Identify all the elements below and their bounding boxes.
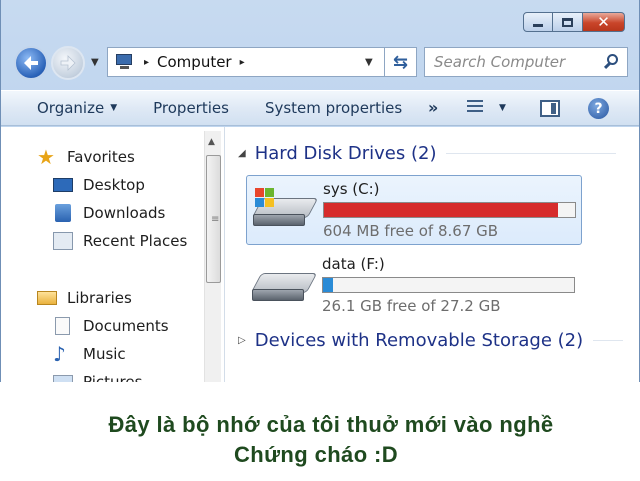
drive-usage-fill	[324, 203, 558, 217]
nav-tree: ★ Favorites Desktop Downloads Recent Pla…	[37, 143, 187, 382]
sidebar-item-favorites[interactable]: ★ Favorites	[37, 143, 187, 171]
help-button[interactable]: ?	[588, 98, 609, 119]
drive-tile-f[interactable]: data (F:) 26.1 GB free of 27.2 GB	[246, 251, 582, 321]
recent-pages-dropdown-icon[interactable]: ▼	[91, 57, 99, 68]
nav-scrollbar[interactable]: ▲ ≡	[204, 131, 221, 382]
expand-triangle-icon[interactable]: ▷	[238, 335, 246, 346]
minimize-icon	[533, 23, 543, 27]
maximize-icon	[562, 17, 573, 27]
scroll-up-icon[interactable]: ▲	[208, 137, 215, 147]
windows-logo-icon	[255, 188, 275, 208]
search-input[interactable]: Search Computer	[434, 53, 565, 71]
window-controls: ✕	[523, 12, 625, 32]
group-header-removable-storage[interactable]: ▷ Devices with Removable Storage (2)	[238, 330, 624, 351]
help-icon: ?	[594, 100, 603, 117]
hard-drive-icon	[250, 271, 318, 307]
desktop-icon	[53, 178, 73, 192]
preview-pane-icon[interactable]	[540, 100, 560, 117]
computer-icon	[114, 54, 136, 70]
refresh-icon: ⇆	[392, 51, 409, 73]
caption-line-2: Chứng cháo :D	[233, 442, 399, 467]
search-icon[interactable]	[603, 54, 619, 70]
sidebar-item-label: Libraries	[67, 289, 132, 307]
caption-area: Đây là bộ nhớ của tôi thuở mới vào nghề …	[0, 382, 640, 481]
star-icon: ★	[37, 145, 55, 169]
group-title: Hard Disk Drives (2)	[254, 143, 437, 164]
drive-usage-bar	[323, 202, 576, 218]
change-view-icon[interactable]	[467, 100, 483, 116]
recent-places-icon	[53, 232, 73, 250]
close-button[interactable]: ✕	[583, 12, 625, 32]
sidebar-item-documents[interactable]: Documents	[53, 312, 187, 340]
sidebar-item-label: Recent Places	[83, 232, 188, 250]
forward-button[interactable]	[51, 46, 85, 80]
chevron-down-icon: ▼	[110, 103, 118, 113]
navigation-bar: ▼ ▸ Computer ▸ ▼ ⇆ Search Computer	[11, 43, 631, 83]
refresh-button[interactable]: ⇆	[384, 47, 417, 77]
command-bar: Organize ▼ Properties System properties …	[1, 90, 639, 126]
breadcrumb-computer[interactable]: Computer	[157, 53, 232, 71]
explorer-window: ✕ ▼ ▸ Computer ▸ ▼ ⇆ Search Computer Org…	[0, 0, 640, 382]
content-pane: ◢ Hard Disk Drives (2) sys (C:) 604 MB f	[226, 127, 639, 382]
hard-drive-icon	[251, 188, 319, 232]
sidebar-item-libraries[interactable]: Libraries	[37, 284, 187, 312]
organize-label: Organize	[37, 99, 105, 117]
sidebar-item-label: Downloads	[83, 204, 166, 222]
view-options-dropdown-icon[interactable]: ▼	[499, 103, 506, 113]
minimize-button[interactable]	[523, 12, 553, 32]
drive-free-space: 26.1 GB free of 27.2 GB	[322, 297, 501, 315]
more-commands-button[interactable]: »	[428, 98, 438, 117]
organize-button[interactable]: Organize ▼	[37, 99, 117, 117]
close-icon: ✕	[597, 12, 610, 31]
drive-name: sys (C:)	[323, 180, 380, 198]
system-properties-button[interactable]: System properties	[265, 99, 402, 117]
sidebar-item-downloads[interactable]: Downloads	[53, 199, 187, 227]
sidebar-item-recent-places[interactable]: Recent Places	[53, 227, 187, 255]
breadcrumb-separator-icon[interactable]: ▸	[144, 57, 149, 68]
sidebar-item-music[interactable]: ♪ Music	[53, 340, 187, 368]
explorer-body: ★ Favorites Desktop Downloads Recent Pla…	[1, 127, 639, 382]
sidebar-item-label: Desktop	[83, 176, 145, 194]
collapse-triangle-icon[interactable]: ◢	[238, 148, 246, 159]
sidebar-item-pictures[interactable]: Pictures	[53, 368, 187, 382]
back-button[interactable]	[14, 46, 48, 80]
pictures-icon	[53, 375, 73, 382]
sidebar-item-desktop[interactable]: Desktop	[53, 171, 187, 199]
drive-name: data (F:)	[322, 255, 385, 273]
group-title: Devices with Removable Storage (2)	[254, 330, 584, 351]
drive-usage-fill	[323, 278, 334, 292]
downloads-icon	[55, 204, 71, 222]
drive-free-space: 604 MB free of 8.67 GB	[323, 222, 499, 240]
search-box[interactable]: Search Computer	[424, 47, 628, 77]
sidebar-item-label: Music	[83, 345, 126, 363]
group-divider	[446, 153, 617, 154]
address-dropdown-icon[interactable]: ▼	[365, 57, 373, 68]
documents-icon	[55, 317, 70, 335]
grip-icon: ≡	[211, 214, 220, 225]
properties-label: Properties	[153, 99, 229, 117]
caption-line-1: Đây là bộ nhớ của tôi thuở mới vào nghề	[108, 412, 554, 437]
arrow-right-icon	[60, 55, 76, 71]
drive-tile-c[interactable]: sys (C:) 604 MB free of 8.67 GB	[246, 175, 582, 245]
properties-button[interactable]: Properties	[153, 99, 229, 117]
group-header-hard-disk-drives[interactable]: ◢ Hard Disk Drives (2)	[238, 143, 617, 164]
drive-usage-bar	[322, 277, 575, 293]
sidebar-item-label: Documents	[83, 317, 169, 335]
system-properties-label: System properties	[264, 99, 403, 117]
maximize-button[interactable]	[553, 12, 583, 32]
sidebar-item-label: Favorites	[67, 148, 135, 166]
group-divider	[593, 340, 624, 341]
breadcrumb-chevron-icon[interactable]: ▸	[240, 57, 245, 68]
arrow-left-icon	[24, 56, 38, 70]
navigation-pane: ★ Favorites Desktop Downloads Recent Pla…	[1, 127, 225, 382]
music-icon: ♪	[53, 342, 66, 366]
libraries-icon	[37, 291, 57, 305]
sidebar-item-label: Pictures	[83, 373, 143, 382]
